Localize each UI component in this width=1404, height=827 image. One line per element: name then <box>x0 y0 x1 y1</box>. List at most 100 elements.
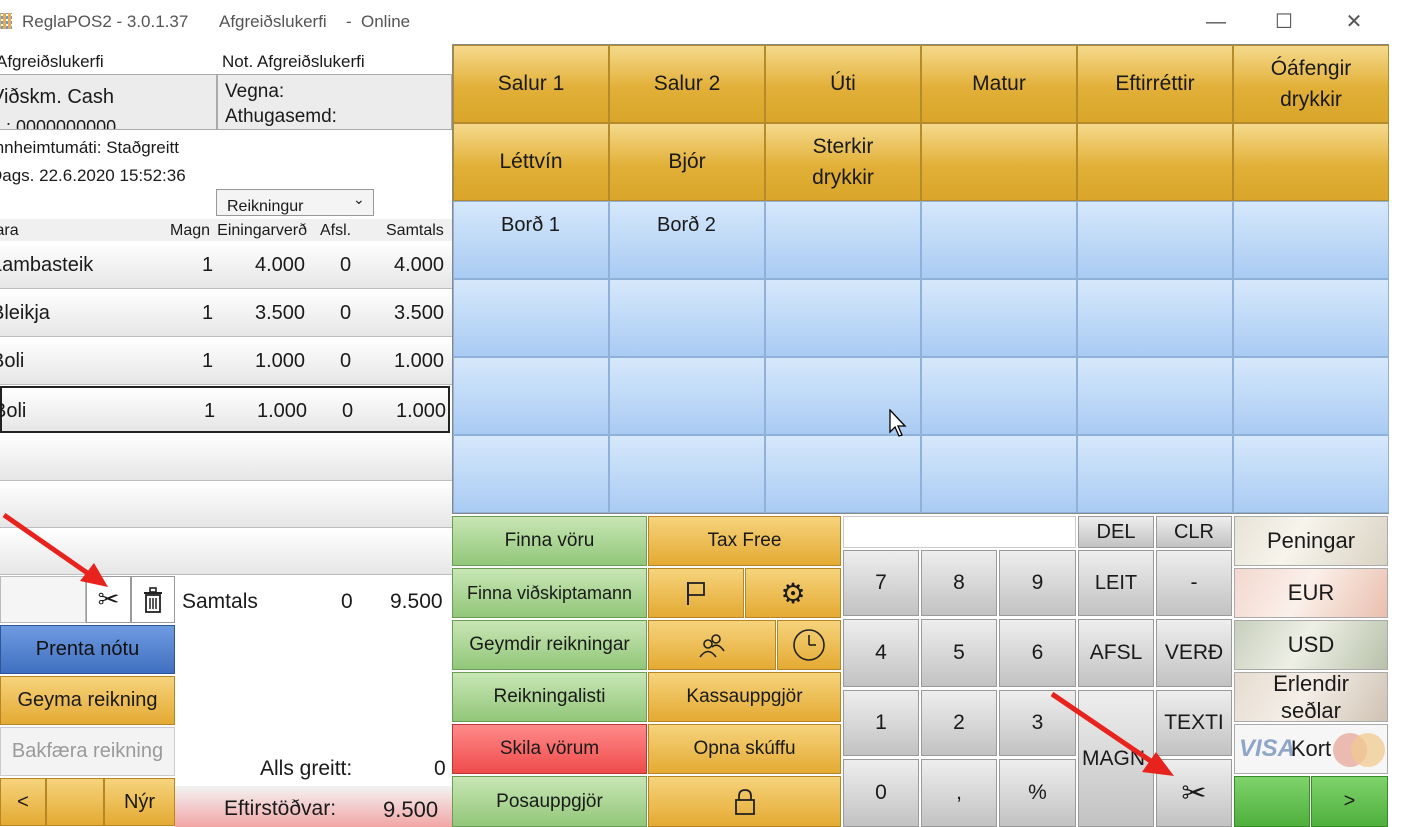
eur-payment-button[interactable]: EUR <box>1234 568 1388 618</box>
open-drawer-button[interactable]: Opna skúffu <box>648 724 841 774</box>
category-bjor[interactable]: Bjór <box>609 123 765 201</box>
table-cell[interactable] <box>921 435 1077 513</box>
category-empty[interactable] <box>1077 123 1233 201</box>
gear-icon: ⚙ <box>780 577 806 609</box>
table-cell[interactable] <box>453 357 609 435</box>
table-cell[interactable] <box>609 435 765 513</box>
lock-button[interactable] <box>648 776 841 827</box>
doc-type-select[interactable]: Reikningur ⌄ <box>216 189 374 216</box>
status-label: Online <box>361 12 411 31</box>
category-lettvin[interactable]: Léttvín <box>453 123 609 201</box>
settings-button[interactable]: ⚙ <box>745 568 841 618</box>
table-cell[interactable] <box>1077 435 1233 513</box>
table-cell[interactable] <box>1233 201 1389 279</box>
balance-label: Eftirstöðvar: <box>224 797 337 820</box>
delete-button[interactable] <box>131 576 175 623</box>
next-button[interactable]: > <box>1311 776 1388 827</box>
table-cell[interactable] <box>765 201 921 279</box>
green-action-button[interactable] <box>1234 776 1310 827</box>
maximize-icon[interactable]: ☐ <box>1270 8 1298 36</box>
category-salur-1[interactable]: Salur 1 <box>453 45 609 123</box>
table-cell[interactable] <box>453 435 609 513</box>
table-cell[interactable] <box>1233 357 1389 435</box>
reverse-invoice-button[interactable]: Bakfæra reikning <box>0 727 175 776</box>
search-key[interactable]: LEIT <box>1078 550 1154 616</box>
category-empty[interactable] <box>1233 123 1389 201</box>
new-invoice-button[interactable]: Nýr <box>104 778 175 826</box>
table-row[interactable]: Bleikja 1 3.500 0 3.500 <box>0 290 452 337</box>
table-row[interactable]: Lambasteik 1 4.000 0 4.000 <box>0 242 452 289</box>
minimize-icon[interactable]: — <box>1202 8 1230 36</box>
category-uti[interactable]: Úti <box>765 45 921 123</box>
table-cell[interactable] <box>765 279 921 357</box>
cash-payment-button[interactable]: Peningar <box>1234 516 1388 566</box>
key-1[interactable]: 1 <box>843 690 919 756</box>
key-5[interactable]: 5 <box>921 619 997 687</box>
category-oafengir-drykkir[interactable]: Óáfengir drykkir <box>1233 45 1389 123</box>
blank-button[interactable] <box>46 778 104 826</box>
vegna-label: Vegna: <box>225 81 285 102</box>
pos-settlement-button[interactable]: Posauppgjör <box>452 776 647 827</box>
table-cell[interactable] <box>1077 201 1233 279</box>
key-8[interactable]: 8 <box>921 550 997 616</box>
table-cell[interactable] <box>453 279 609 357</box>
price-key[interactable]: VERÐ <box>1156 619 1232 687</box>
flag-button[interactable] <box>648 568 744 618</box>
table-row[interactable]: Boli 1 1.000 0 1.000 <box>0 338 452 385</box>
table-cell[interactable] <box>609 279 765 357</box>
keypad-display[interactable] <box>843 516 1076 548</box>
tax-free-button[interactable]: Tax Free <box>648 516 841 566</box>
table-cell[interactable] <box>1233 435 1389 513</box>
users-icon <box>699 634 725 658</box>
key-2[interactable]: 2 <box>921 690 997 756</box>
category-matur[interactable]: Matur <box>921 45 1077 123</box>
category-salur-2[interactable]: Salur 2 <box>609 45 765 123</box>
table-cell[interactable] <box>609 357 765 435</box>
annotation-arrow-left <box>2 512 108 587</box>
card-payment-button[interactable]: VISA Kort <box>1234 724 1388 774</box>
category-eftirrettir[interactable]: Eftirréttir <box>1077 45 1233 123</box>
table-cell[interactable] <box>921 357 1077 435</box>
customer-box[interactable]: Viðskm. Cash ...: 0000000000 <box>0 74 217 130</box>
doc-type-value: Reikningur <box>227 198 304 215</box>
table-cell[interactable] <box>921 279 1077 357</box>
balance-bar: Eftirstöðvar: 9.500 <box>175 786 452 827</box>
table-cell[interactable] <box>1233 279 1389 357</box>
table-row-selected[interactable]: Boli 1 1.000 0 1.000 <box>0 386 450 433</box>
key-4[interactable]: 4 <box>843 619 919 687</box>
comma-key[interactable]: , <box>921 759 997 827</box>
stored-invoices-button[interactable]: Geymdir reikningar <box>452 620 647 670</box>
previous-button[interactable]: < <box>0 778 46 826</box>
table-bord-1[interactable]: Borð 1 <box>453 201 609 279</box>
table-bord-2[interactable]: Borð 2 <box>609 201 765 279</box>
app-title: ReglaPOS2 - 3.0.1.37 <box>22 12 189 31</box>
foreign-notes-button[interactable]: Erlendir seðlar <box>1234 672 1388 722</box>
table-cell[interactable] <box>1077 279 1233 357</box>
print-receipt-button[interactable]: Prenta nótu <box>0 625 175 674</box>
minus-key[interactable]: - <box>1156 550 1232 616</box>
discount-key[interactable]: AFSL <box>1078 619 1154 687</box>
clr-key[interactable]: CLR <box>1156 516 1232 548</box>
find-customer-button[interactable]: Finna viðskiptamann <box>452 568 647 618</box>
close-icon[interactable]: ✕ <box>1340 8 1368 36</box>
key-6[interactable]: 6 <box>999 619 1076 687</box>
hold-invoice-button[interactable]: Geyma reikning <box>0 676 175 725</box>
key-9[interactable]: 9 <box>999 550 1076 616</box>
users-button[interactable] <box>648 620 776 670</box>
table-cell[interactable] <box>1077 357 1233 435</box>
del-key[interactable]: DEL <box>1078 516 1154 548</box>
category-sterkir-drykkir[interactable]: Sterkir drykkir <box>765 123 921 201</box>
key-7[interactable]: 7 <box>843 550 919 616</box>
key-0[interactable]: 0 <box>843 759 919 827</box>
cash-settlement-button[interactable]: Kassauppgjör <box>648 672 841 722</box>
table-cell[interactable] <box>765 435 921 513</box>
invoice-list-button[interactable]: Reikningalisti <box>452 672 647 722</box>
find-item-button[interactable]: Finna vöru <box>452 516 647 566</box>
usd-payment-button[interactable]: USD <box>1234 620 1388 670</box>
return-items-button[interactable]: Skila vörum <box>452 724 647 774</box>
category-empty[interactable] <box>921 123 1077 201</box>
empty-row[interactable] <box>0 434 452 481</box>
clock-button[interactable] <box>777 620 841 670</box>
table-cell[interactable] <box>921 201 1077 279</box>
note-box[interactable]: Vegna: Athugasemd: <box>217 74 452 130</box>
